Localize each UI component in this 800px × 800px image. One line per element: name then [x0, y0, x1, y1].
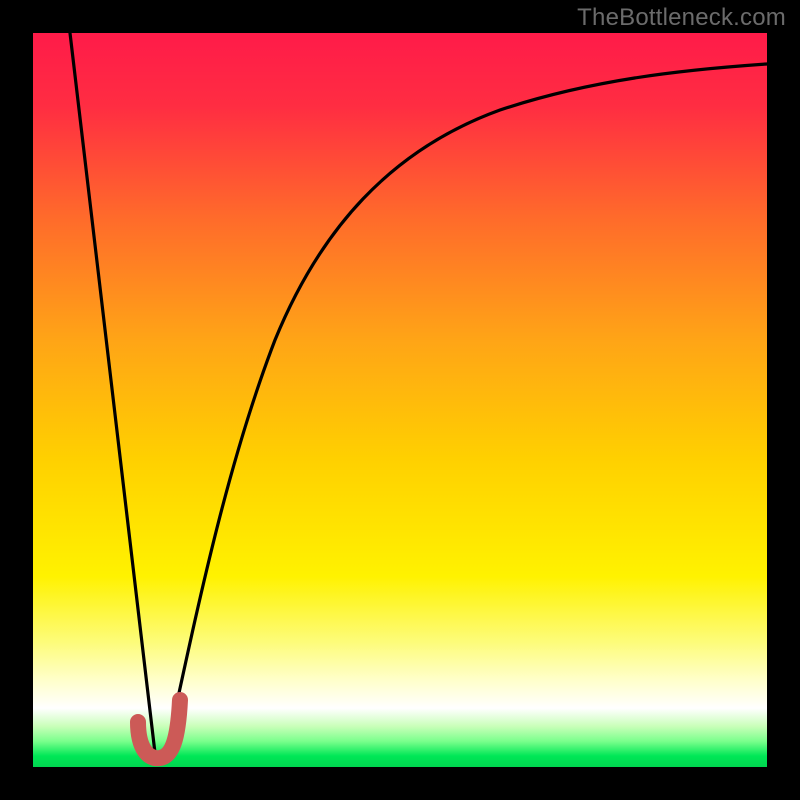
watermark-text: TheBottleneck.com — [577, 4, 786, 32]
bottleneck-chart — [0, 0, 800, 800]
